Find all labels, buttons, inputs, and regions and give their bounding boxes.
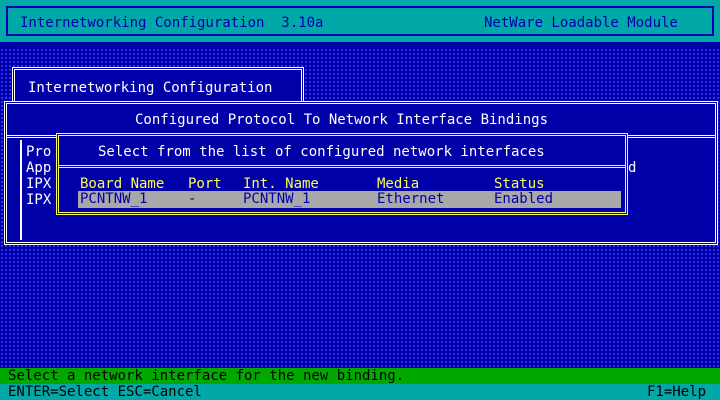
column-header-port: Port: [188, 176, 222, 192]
app-header: Internetworking Configuration 3.10a NetW…: [0, 0, 720, 44]
interface-row-selected[interactable]: PCNTNW_1 - PCNTNW_1 Ethernet Enabled: [78, 191, 621, 208]
bindings-list-item[interactable]: App: [26, 160, 51, 176]
column-header-int-name: Int. Name: [243, 176, 319, 192]
column-header-media: Media: [377, 176, 420, 192]
list-frame-left: [20, 140, 22, 240]
cell-status: Enabled: [494, 191, 554, 207]
status-message: Select a network interface for the new b…: [8, 368, 405, 384]
interfaces-title-divider: [59, 165, 625, 168]
cell-port: -: [188, 191, 197, 207]
bindings-list-header-fragment: d: [628, 160, 637, 176]
cell-media: Ethernet: [377, 191, 445, 207]
bindings-list-item[interactable]: IPX: [26, 176, 51, 192]
app-title: Internetworking Configuration 3.10a: [20, 15, 324, 31]
cell-int-name: PCNTNW_1: [243, 191, 311, 207]
status-bar: Select a network interface for the new b…: [0, 368, 720, 384]
key-hints: ENTER=Select ESC=Cancel: [8, 384, 202, 400]
cell-board-name: PCNTNW_1: [80, 191, 148, 207]
interfaces-dialog-title: Select from the list of configured netwo…: [98, 144, 545, 160]
column-header-board-name: Board Name: [80, 176, 165, 192]
main-window-title: Internetworking Configuration: [28, 80, 273, 96]
module-label: NetWare Loadable Module: [484, 15, 678, 31]
bindings-list-item[interactable]: IPX: [26, 192, 51, 208]
key-help-bar: ENTER=Select ESC=Cancel F1=Help: [0, 384, 720, 400]
column-header-status: Status: [494, 176, 545, 192]
bindings-window-title: Configured Protocol To Network Interface…: [135, 112, 549, 128]
help-key-hint: F1=Help: [647, 384, 707, 400]
bindings-list-header-fragment: Pro: [26, 144, 52, 160]
